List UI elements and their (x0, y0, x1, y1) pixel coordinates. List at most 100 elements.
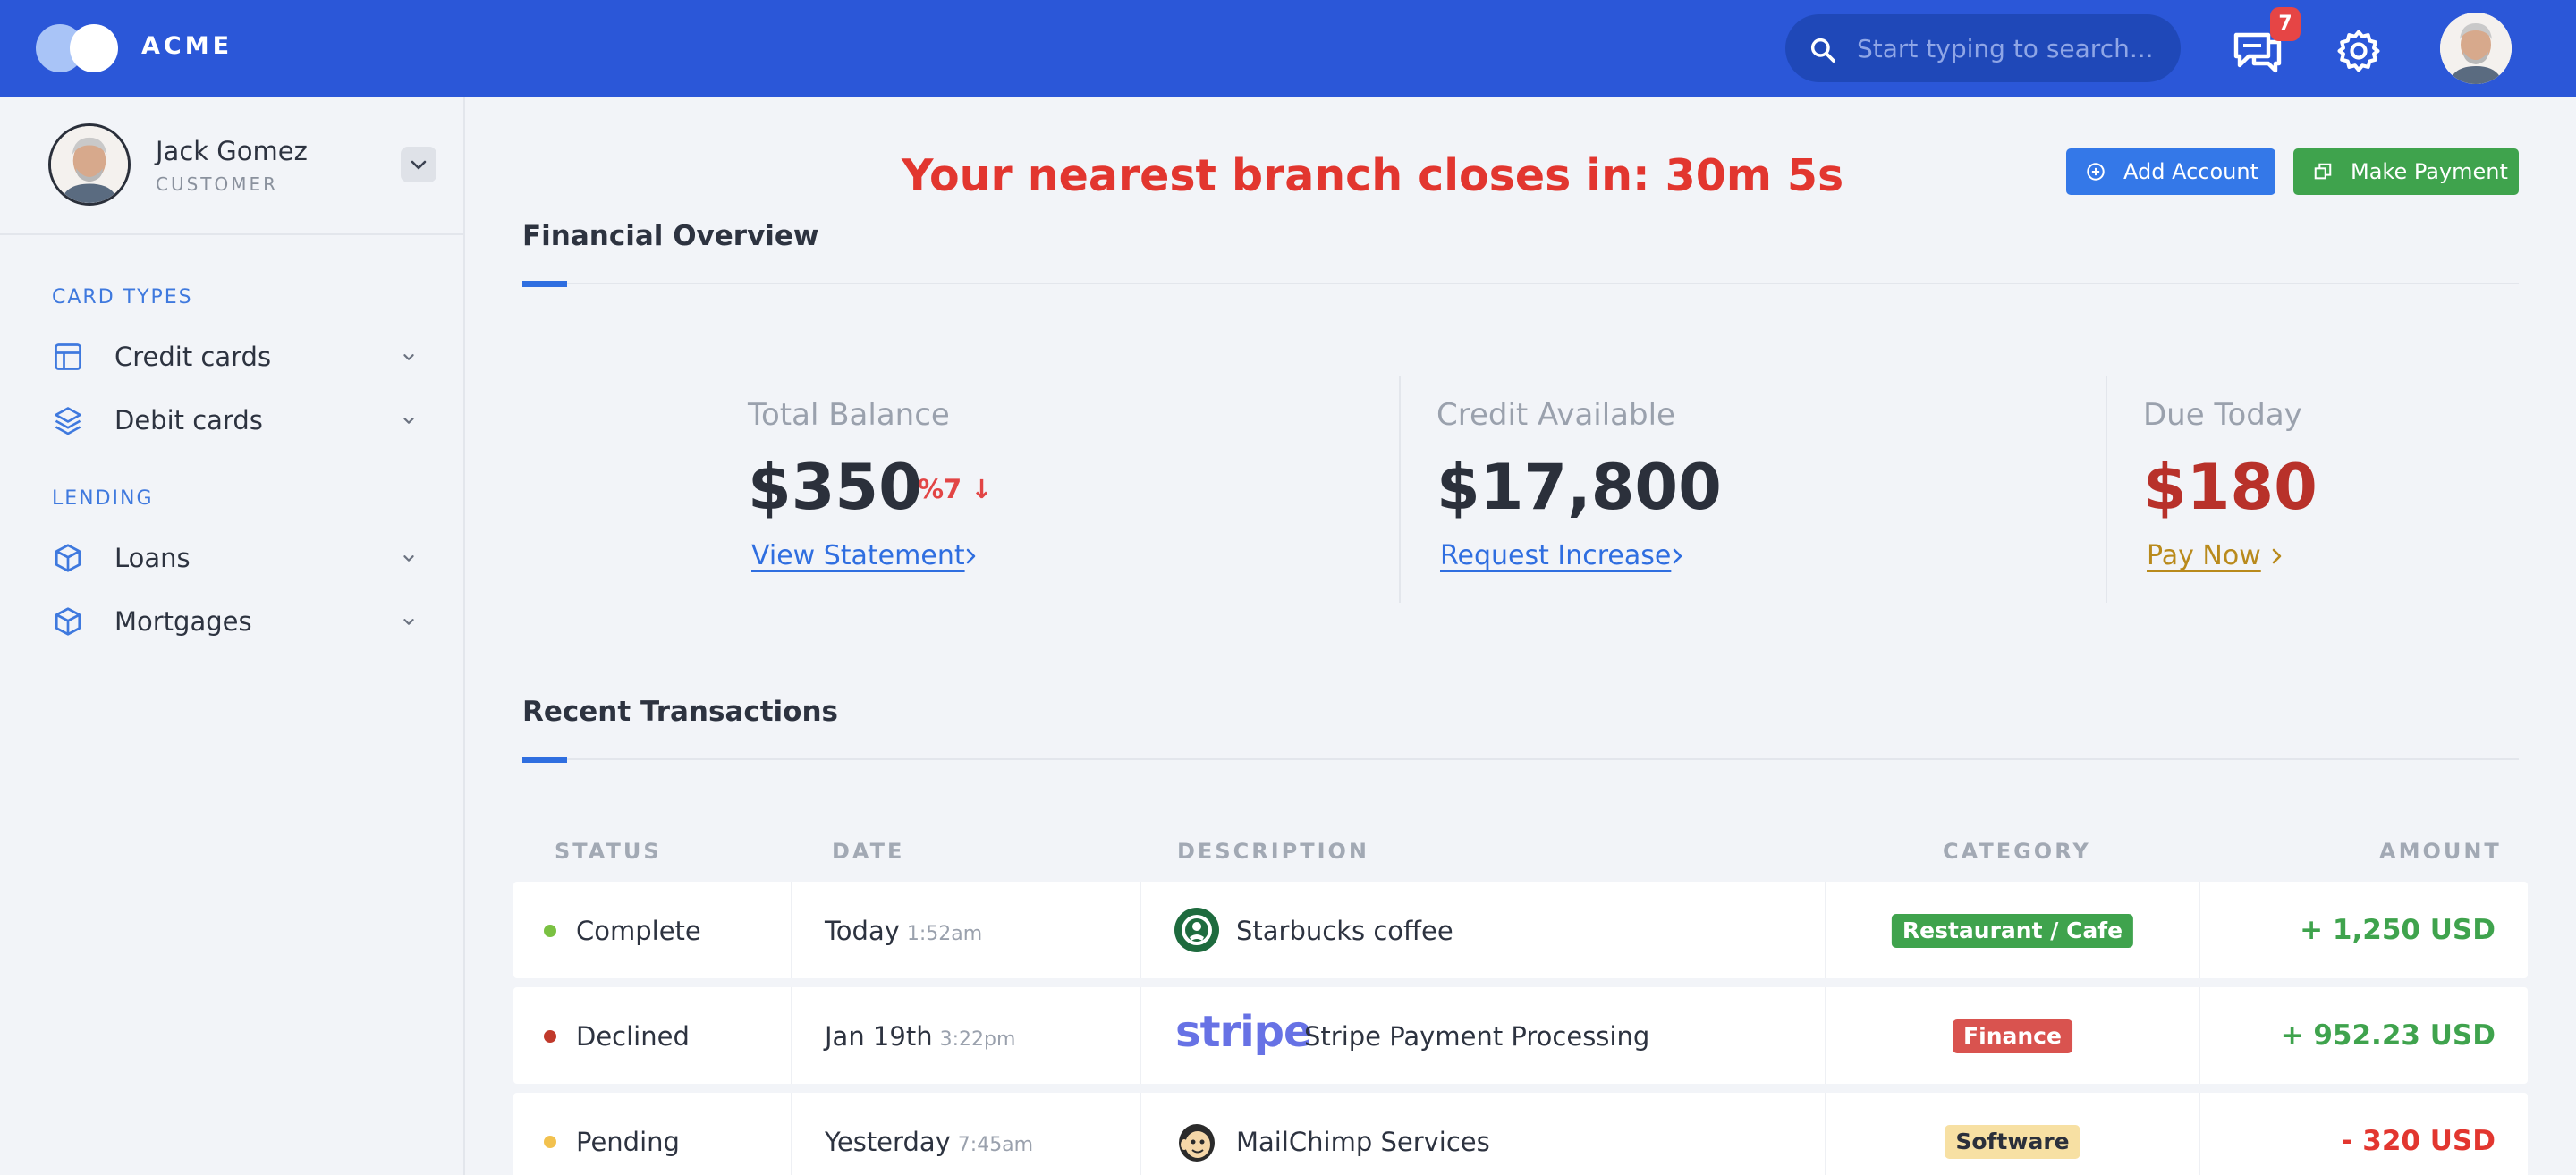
table-row[interactable]: Declined Jan 19th 3:22pm stripe Stripe Pa… (513, 987, 2528, 1084)
column-header-amount[interactable]: AMOUNT (2379, 839, 2502, 864)
stat-total-balance: Total Balance $350 View Statement (748, 397, 976, 571)
profile-photo (51, 126, 128, 203)
recent-transactions-title: Recent Transactions (522, 696, 839, 728)
date-day: Yesterday (825, 1127, 951, 1157)
date-time: 1:52am (906, 923, 983, 945)
cell-divider (1140, 987, 1141, 1084)
cell-divider (791, 1093, 792, 1175)
cell-divider (1825, 987, 1826, 1084)
sidebar-item-debit-cards[interactable]: Debit cards (52, 398, 419, 443)
starbucks-logo-icon (1174, 908, 1219, 952)
chevron-right-icon (2272, 548, 2282, 564)
category-badge: Software (1945, 1125, 2080, 1159)
user-avatar[interactable] (2440, 13, 2512, 84)
amount-text: + 952.23 USD (2280, 1019, 2496, 1052)
logo-circle-front (70, 24, 118, 72)
section-title-card-types: CARD TYPES (52, 286, 193, 309)
notification-badge: 7 (2270, 7, 2301, 41)
request-increase-link[interactable]: Request Increase (1440, 540, 1671, 571)
profile-role: CUSTOMER (156, 173, 279, 195)
profile-name: Jack Gomez (156, 136, 308, 166)
search-bar[interactable] (1785, 14, 2181, 82)
date-day: Today (825, 916, 900, 946)
chevron-down-icon (403, 555, 414, 562)
date-time: 7:45am (957, 1134, 1034, 1156)
column-header-date[interactable]: DATE (832, 839, 904, 864)
chevron-down-icon (403, 619, 414, 625)
date-text: Jan 19th 3:22pm (825, 1021, 1015, 1052)
date-time: 3:22pm (939, 1028, 1016, 1051)
sidebar-item-label: Mortgages (114, 606, 252, 637)
stat-divider (1399, 376, 1401, 603)
avatar-photo (2440, 13, 2512, 84)
category-badge: Finance (1953, 1019, 2072, 1053)
amount-text: - 320 USD (2341, 1125, 2496, 1157)
column-header-status[interactable]: STATUS (555, 839, 662, 864)
amount-text: + 1,250 USD (2300, 914, 2496, 946)
sidebar-item-label: Loans (114, 543, 191, 573)
brand-name: ACME (141, 32, 233, 60)
view-statement-link[interactable]: View Statement (751, 540, 965, 571)
section-accent (522, 281, 567, 287)
date-text: Today 1:52am (825, 916, 982, 946)
status-dot (544, 1030, 556, 1043)
stat-label: Due Today (2143, 397, 2302, 433)
pay-now-link[interactable]: Pay Now (2147, 540, 2261, 571)
table-row[interactable]: Pending Yesterday 7:45am MailChimp Servic… (513, 1093, 2528, 1175)
add-account-label: Add Account (2123, 159, 2258, 184)
stat-label: Credit Available (1436, 397, 1675, 433)
plus-circle-icon (2087, 163, 2105, 181)
cell-divider (2199, 1093, 2200, 1175)
stripe-logo: stripe (1175, 1007, 1313, 1057)
profile-card: Jack Gomez CUSTOMER (0, 97, 463, 235)
cell-divider (2199, 882, 2200, 978)
description-text: Stripe Payment Processing (1304, 1021, 1650, 1052)
branch-countdown: Your nearest branch closes in: 30m 5s (902, 150, 1844, 201)
sidebar-item-label: Debit cards (114, 405, 263, 435)
stat-value: $17,800 (1436, 451, 1722, 524)
stat-credit-available: Credit Available $17,800 Request Increas… (1436, 397, 1722, 571)
sidebar: Jack Gomez CUSTOMER CARD TYPES Credit ca… (0, 97, 465, 1175)
box-icon (55, 607, 81, 636)
search-input[interactable] (1857, 30, 2161, 66)
cell-divider (791, 987, 792, 1084)
stat-due-today: Due Today $180 Pay Now (2143, 397, 2318, 571)
balance-trend: %7 ↓ (918, 474, 993, 504)
status-text: Pending (576, 1127, 680, 1157)
sidebar-item-mortgages[interactable]: Mortgages (52, 599, 419, 644)
column-header-category[interactable]: CATEGORY (1943, 839, 2091, 864)
cell-divider (1825, 882, 1826, 978)
sidebar-item-loans[interactable]: Loans (52, 536, 419, 580)
stat-value: $180 (2143, 451, 2318, 524)
column-header-description[interactable]: DESCRIPTION (1177, 839, 1369, 864)
cell-divider (1140, 1093, 1141, 1175)
sidebar-item-label: Credit cards (114, 342, 272, 372)
profile-dropdown-button[interactable] (401, 147, 436, 182)
description-text: MailChimp Services (1236, 1127, 1490, 1157)
cell-divider (791, 882, 792, 978)
stat-divider (2106, 376, 2107, 603)
acme-logo[interactable] (36, 24, 120, 72)
copy-icon (2314, 163, 2332, 180)
top-bar: ACME 7 (0, 0, 2576, 97)
profile-avatar[interactable] (48, 123, 131, 206)
gear-icon[interactable] (2336, 29, 2381, 73)
section-title-lending: LENDING (52, 487, 154, 510)
add-account-button[interactable]: Add Account (2066, 148, 2275, 195)
cell-divider (2199, 987, 2200, 1084)
section-divider (522, 758, 2519, 760)
status-dot (544, 925, 556, 937)
section-divider (522, 283, 2519, 284)
chevron-down-icon (411, 160, 427, 170)
category-badge: Restaurant / Cafe (1891, 914, 2134, 948)
make-payment-label: Make Payment (2351, 159, 2508, 184)
table-row[interactable]: Complete Today 1:52am Starbucks coffee Re… (513, 882, 2528, 978)
description-text: Starbucks coffee (1236, 916, 1453, 946)
make-payment-button[interactable]: Make Payment (2293, 148, 2519, 195)
date-text: Yesterday 7:45am (825, 1127, 1033, 1157)
cell-divider (1825, 1093, 1826, 1175)
cell-divider (1140, 882, 1141, 978)
sidebar-item-credit-cards[interactable]: Credit cards (52, 334, 419, 379)
date-day: Jan 19th (825, 1021, 933, 1052)
chevron-down-icon (403, 354, 414, 360)
